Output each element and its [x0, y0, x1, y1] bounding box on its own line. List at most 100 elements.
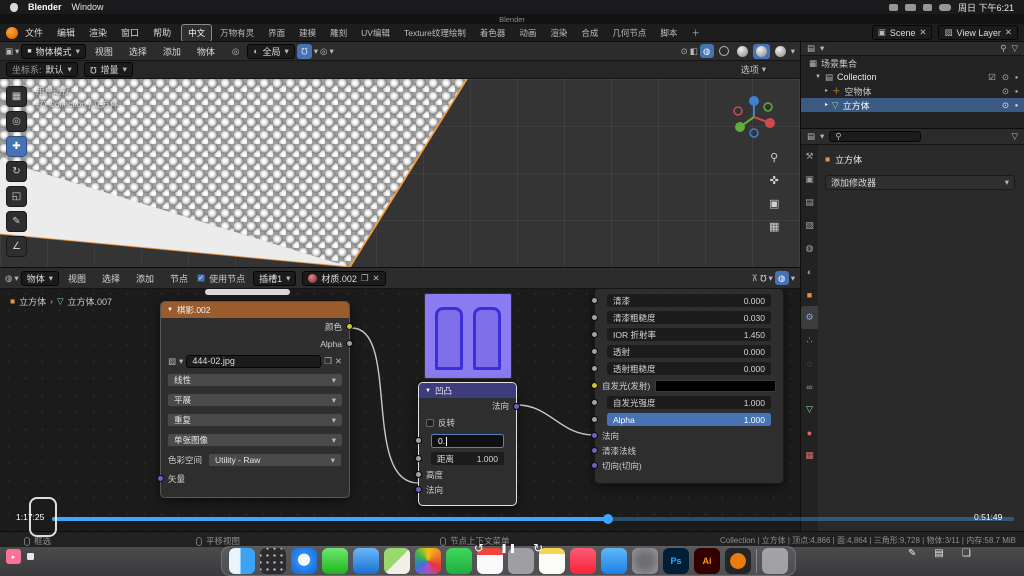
tab-material[interactable]: ●: [801, 421, 818, 444]
shader-menu-node[interactable]: 节点: [163, 272, 195, 285]
workspace-tab-8[interactable]: 动画: [513, 25, 542, 41]
shading-wireframe-button[interactable]: [716, 44, 732, 58]
bump-normal-input-socket[interactable]: [415, 486, 422, 493]
distance-slider[interactable]: 距离 1.000: [431, 452, 504, 466]
tab-physics[interactable]: ◌: [801, 352, 818, 375]
tool-cursor[interactable]: ◎: [6, 111, 27, 132]
tool-annotate[interactable]: ✎: [6, 211, 27, 232]
status-icon-3[interactable]: [923, 4, 932, 11]
workspace-tab-6[interactable]: Texture纹理绘制: [398, 25, 472, 41]
viewport-menu-select[interactable]: 选择: [122, 45, 154, 58]
view-layer-close-icon[interactable]: ✕: [1005, 28, 1012, 37]
scene-close-icon[interactable]: ✕: [919, 28, 926, 37]
clearcoat-roughness-socket[interactable]: [591, 314, 598, 321]
shader-editor-type-icon[interactable]: ◍: [5, 274, 12, 283]
material-copy-icon[interactable]: ❐: [361, 274, 369, 283]
active-tool-icon[interactable]: ◎: [232, 47, 239, 56]
tab-tool[interactable]: ⚒: [801, 145, 818, 168]
panel-icon[interactable]: ▤: [934, 548, 943, 559]
transmission-roughness-slider[interactable]: 透射粗糙度 0.000: [607, 362, 771, 376]
shader-type-selector[interactable]: 物体 ▾: [21, 271, 59, 286]
dock-app-photos[interactable]: [415, 548, 441, 574]
pin-icon[interactable]: ⊼: [751, 274, 757, 283]
status-icon-2[interactable]: [905, 4, 916, 11]
blender-logo-icon[interactable]: [6, 27, 18, 39]
dock-app-music[interactable]: [570, 548, 596, 574]
tab-particles[interactable]: ∴: [801, 329, 818, 352]
outliner-dropdown-icon[interactable]: ▾: [820, 44, 824, 53]
shader-overlay-dropdown-icon[interactable]: ▾: [791, 274, 795, 283]
overlays-toggle[interactable]: ◍: [700, 44, 714, 58]
player-progress-handle[interactable]: [603, 514, 613, 524]
image-texture-node[interactable]: ▼ 棋影.002 颜色 Alpha ▧ ▾ 444-02.jpg ❐ ✕: [160, 301, 350, 498]
pan-hand-icon[interactable]: ✜: [770, 176, 779, 187]
dock-trash[interactable]: [762, 548, 788, 574]
battery-icon[interactable]: [939, 4, 951, 11]
cube-eye-icon[interactable]: ⊙: [1002, 101, 1009, 110]
tool-move[interactable]: ✚: [6, 136, 27, 157]
empty-camera-icon[interactable]: ▪: [1015, 87, 1018, 96]
tab-scene[interactable]: ◍: [801, 237, 818, 260]
dock-app-launchpad[interactable]: [260, 548, 286, 574]
dock-app-finder[interactable]: [229, 548, 255, 574]
ior-socket[interactable]: [591, 331, 598, 338]
menu-window[interactable]: 窗口: [114, 26, 146, 39]
workspace-tab-9[interactable]: 渲染: [544, 25, 573, 41]
shader-overlay-toggle[interactable]: ◍: [775, 271, 789, 285]
shader-snap-icon[interactable]: Ω: [760, 273, 767, 283]
dock-app-blender[interactable]: [725, 548, 751, 574]
show-gizmo-icon[interactable]: ⊙: [681, 47, 688, 56]
collection-camera-icon[interactable]: ▪: [1015, 73, 1018, 82]
viewport-menu-add[interactable]: 添加: [156, 45, 188, 58]
tab-view-layer[interactable]: ▧: [801, 214, 818, 237]
clearcoat-normal-socket[interactable]: [591, 447, 598, 454]
mode-selector[interactable]: ■ 物体模式 ▾: [21, 44, 86, 59]
clearcoat-roughness-slider[interactable]: 清漆粗糙度 0.030: [607, 311, 771, 325]
outliner-filter-icon[interactable]: ▽: [1011, 44, 1018, 53]
dock-app-mail[interactable]: [353, 548, 379, 574]
zoom-icon[interactable]: ⚲: [770, 153, 778, 164]
workspace-tab-7[interactable]: 着色器: [474, 25, 512, 41]
alpha-slider[interactable]: Alpha 1.000: [607, 413, 771, 427]
alpha-input-socket[interactable]: [591, 416, 598, 423]
image-node-header[interactable]: ▼ 棋影.002: [161, 302, 349, 318]
dock-app-illustrator[interactable]: Ai: [694, 548, 720, 574]
editor-type-icon[interactable]: ▣: [5, 47, 13, 56]
empty-eye-icon[interactable]: ⊙: [1002, 87, 1009, 96]
clearcoat-slider[interactable]: 清漆 0.000: [607, 294, 771, 308]
dock-app-facetime[interactable]: [446, 548, 472, 574]
workspace-tab-2[interactable]: 界面: [262, 25, 291, 41]
dock-app-maps[interactable]: [384, 548, 410, 574]
forward-button[interactable]: ↻: [533, 541, 543, 555]
properties-editor-icon[interactable]: ▤: [807, 132, 815, 141]
outliner-row-collection[interactable]: ▼ ▤ Collection ☑ ⊙ ▪: [801, 70, 1024, 84]
pause-button[interactable]: ❚❚: [500, 543, 517, 554]
image-name-field[interactable]: 444-02.jpg: [186, 355, 321, 368]
workspace-tab-4[interactable]: 雕刻: [324, 25, 353, 41]
tab-output[interactable]: ▤: [801, 191, 818, 214]
snap-mode-selector[interactable]: Ω 增量 ▾: [84, 62, 133, 77]
transmission-roughness-socket[interactable]: [591, 365, 598, 372]
tool-rotate[interactable]: ↻: [6, 161, 27, 182]
menu-help[interactable]: 帮助: [146, 26, 178, 39]
bump-normal-output-socket[interactable]: [513, 403, 520, 410]
dock-app-photoshop[interactable]: Ps: [663, 548, 689, 574]
tab-modifiers[interactable]: ⚙: [801, 306, 818, 329]
material-unlink-icon[interactable]: ✕: [373, 274, 380, 283]
principled-bsdf-node[interactable]: 清漆 0.000 清漆粗糙度 0.030 IOR 折射率 1.450: [594, 288, 784, 484]
emission-strength-socket[interactable]: [591, 399, 598, 406]
shader-menu-select[interactable]: 选择: [95, 272, 127, 285]
invert-checkbox[interactable]: [426, 419, 434, 427]
add-modifier-button[interactable]: 添加修改器 ▾: [825, 175, 1015, 190]
pencil-icon[interactable]: ✎: [908, 548, 916, 559]
extension-dropdown[interactable]: 重复 ▾: [167, 413, 343, 427]
dock-app-settings[interactable]: [632, 548, 658, 574]
options-menu[interactable]: 选项 ▾: [741, 63, 766, 76]
outliner-row-scene-collection[interactable]: ▦ 场景集合: [801, 56, 1024, 70]
menu-edit[interactable]: 编辑: [50, 26, 82, 39]
emission-socket[interactable]: [591, 382, 598, 389]
menubar-app-name[interactable]: Blender: [28, 2, 62, 12]
height-input-socket[interactable]: [415, 471, 422, 478]
transmission-socket[interactable]: [591, 348, 598, 355]
shader-menu-view[interactable]: 视图: [61, 272, 93, 285]
